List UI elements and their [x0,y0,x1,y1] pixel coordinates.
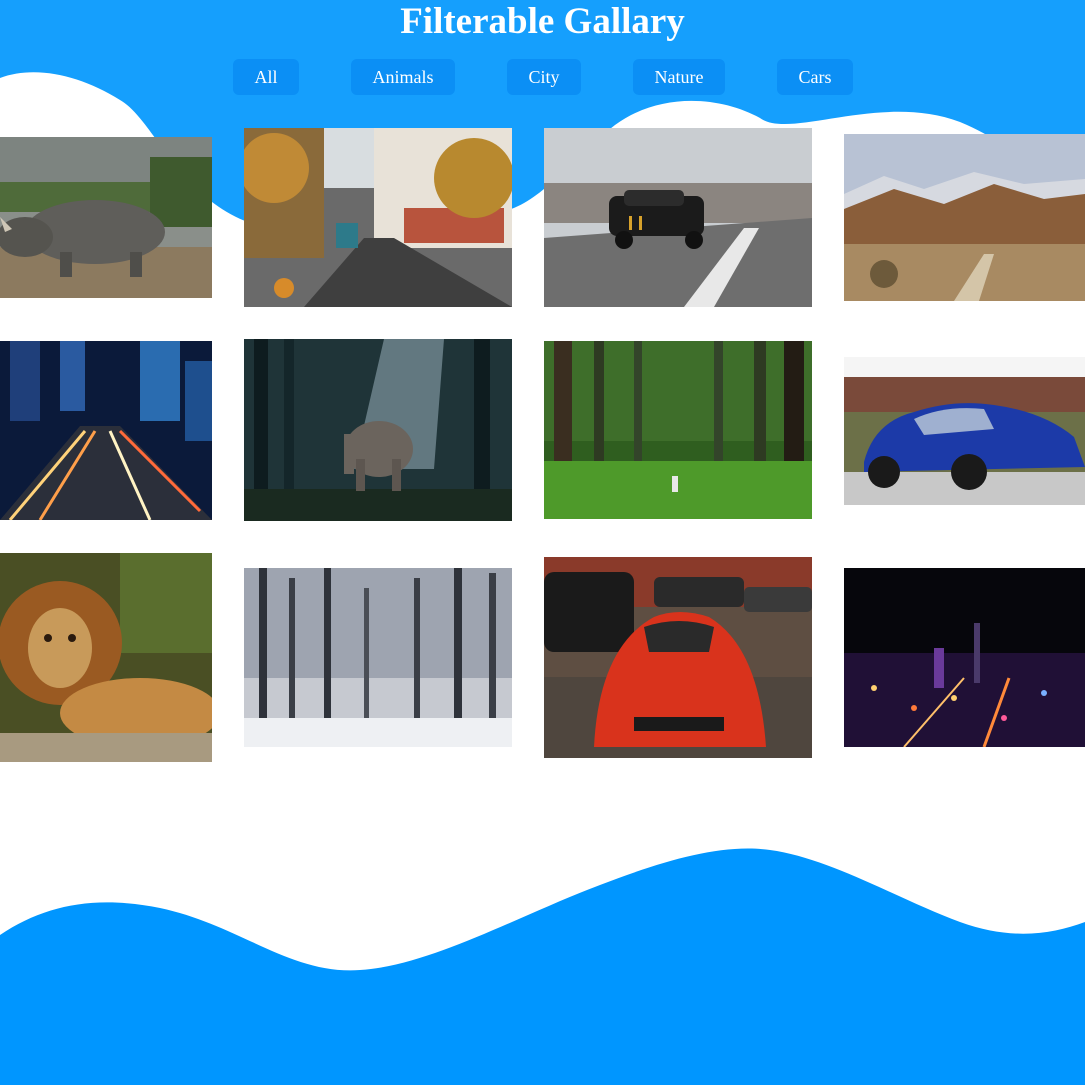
gallery-photo-green-forest[interactable] [544,341,812,519]
gallery-photo-elephant[interactable] [244,339,512,521]
gallery-photo-rhino[interactable] [0,137,212,298]
filter-cars-button[interactable]: Cars [777,59,853,95]
filter-all-button[interactable]: All [233,59,299,95]
gallery-photo-desert-mountains[interactable] [844,134,1085,301]
page-title: Filterable Gallary [400,1,685,42]
gallery-photo-red-sports-car[interactable] [544,557,812,758]
gallery-photo-city-light-trails[interactable] [0,341,212,520]
gallery-photo-blue-car[interactable] [844,357,1085,505]
gallery-photo-lion[interactable] [0,553,212,762]
filter-nature-button[interactable]: Nature [633,59,725,95]
gallery-photo-city-night[interactable] [844,568,1085,747]
gallery-photo-black-car[interactable] [544,128,812,307]
gallery-photo-city-street[interactable] [244,128,512,307]
filter-city-button[interactable]: City [507,59,581,95]
filter-animals-button[interactable]: Animals [351,59,455,95]
bottom-wave [0,848,1085,1085]
gallery-photo-snowy-forest[interactable] [244,568,512,747]
